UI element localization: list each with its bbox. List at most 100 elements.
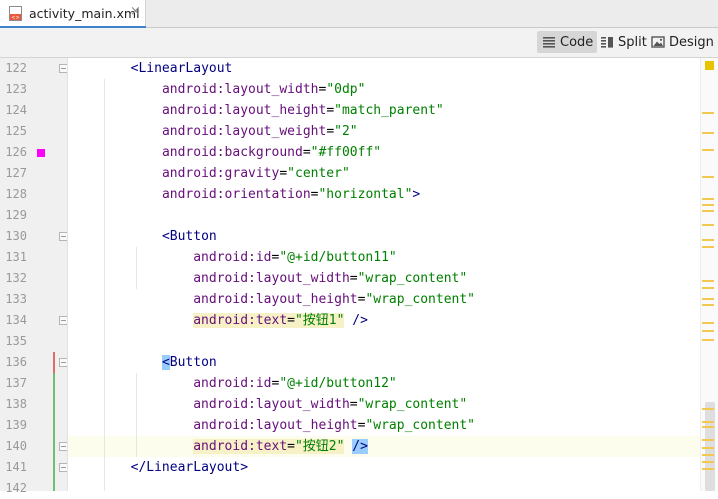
warning-marker[interactable]	[702, 239, 714, 241]
code-token: "0dp"	[326, 82, 366, 97]
code-line[interactable]: android:text="按钮1" />	[68, 310, 700, 331]
code-token: "wrap_content"	[365, 418, 476, 433]
code-token: =	[326, 103, 335, 118]
warning-marker[interactable]	[702, 426, 714, 428]
code-line[interactable]: android:background="#ff00ff"	[68, 142, 700, 163]
line-number: 124	[5, 103, 27, 117]
tab-activity-main[interactable]: <> activity_main.xml ×	[0, 0, 146, 29]
warning-marker[interactable]	[702, 421, 714, 423]
warning-marker[interactable]	[702, 149, 714, 151]
line-number: 125	[5, 124, 27, 138]
warning-marker[interactable]	[702, 246, 714, 248]
code-line[interactable]: android:layout_width="0dp"	[68, 79, 700, 100]
code-token: "wrap_content"	[357, 271, 468, 286]
warning-marker[interactable]	[702, 210, 714, 212]
warning-marker[interactable]	[702, 287, 714, 289]
code-line[interactable]: android:orientation="horizontal">	[68, 184, 700, 205]
warning-marker[interactable]	[702, 454, 714, 456]
code-token: =	[302, 145, 311, 160]
code-view-button[interactable]: Code	[537, 31, 598, 53]
warning-marker[interactable]	[702, 304, 714, 306]
color-swatch-icon[interactable]	[37, 149, 45, 157]
code-token: "wrap_content"	[365, 292, 476, 307]
warning-marker[interactable]	[702, 330, 714, 332]
code-token: "horizontal"	[318, 187, 413, 202]
warning-marker[interactable]	[702, 339, 714, 341]
change-marker-modified	[53, 352, 55, 373]
svg-text:<>: <>	[11, 15, 19, 21]
warning-marker[interactable]	[702, 322, 714, 324]
code-line[interactable]: android:layout_height="wrap_content"	[68, 289, 700, 310]
indent-guide	[136, 247, 137, 289]
warning-marker[interactable]	[702, 439, 714, 441]
code-line[interactable]: android:layout_height="match_parent"	[68, 100, 700, 121]
close-icon[interactable]: ×	[130, 4, 141, 19]
code-token: "center"	[287, 166, 350, 181]
line-number: 127	[5, 166, 27, 180]
code-line[interactable]: android:id="@+id/button11"	[68, 247, 700, 268]
warning-marker[interactable]	[702, 447, 714, 449]
line-number: 138	[5, 397, 27, 411]
code-token: "#ff00ff"	[310, 145, 382, 160]
warning-marker[interactable]	[702, 280, 714, 282]
design-view-label: Design	[669, 34, 714, 50]
code-token: "2"	[334, 124, 358, 139]
code-line[interactable]: android:gravity="center"	[68, 163, 700, 184]
code-token: <LinearLayout	[130, 61, 233, 76]
indent-guide	[104, 79, 105, 491]
code-token: android:layout_width	[161, 82, 319, 97]
code-token: android:layout_width	[193, 271, 350, 286]
line-number: 128	[5, 187, 27, 201]
code-line[interactable]: <LinearLayout	[68, 58, 700, 79]
design-view-button[interactable]: Design	[646, 31, 718, 53]
warning-marker[interactable]	[702, 224, 714, 226]
xml-file-icon: <>	[9, 6, 22, 21]
warning-icon[interactable]	[705, 61, 714, 70]
code-token: "按钮1"	[294, 313, 345, 328]
code-line[interactable]: android:layout_weight="2"	[68, 121, 700, 142]
split-view-label: Split	[618, 34, 647, 50]
code-token: </LinearLayout>	[130, 460, 249, 475]
warning-marker[interactable]	[702, 461, 714, 463]
code-line[interactable]: </LinearLayout>	[68, 457, 700, 478]
warning-marker[interactable]	[702, 408, 714, 410]
warning-marker[interactable]	[702, 198, 714, 200]
code-line[interactable]: android:text="按钮2" />	[68, 436, 700, 457]
code-line[interactable]: <Button	[68, 352, 700, 373]
code-editor[interactable]: 122 123 124 125 126 127 128 129 130 131 132 133 134 1…	[0, 58, 718, 495]
warning-marker[interactable]	[702, 132, 714, 134]
warning-marker[interactable]	[702, 176, 714, 178]
code-line[interactable]	[68, 478, 700, 499]
code-line[interactable]	[68, 205, 700, 226]
code-line[interactable]: <Button	[68, 226, 700, 247]
split-view-button[interactable]: Split	[595, 31, 651, 53]
split-view-icon	[601, 37, 613, 48]
code-line[interactable]: android:layout_height="wrap_content"	[68, 415, 700, 436]
code-line[interactable]: android:layout_width="wrap_content"	[68, 394, 700, 415]
code-token: =	[326, 124, 335, 139]
code-token: =	[349, 397, 358, 412]
warning-marker[interactable]	[702, 204, 714, 206]
warning-marker[interactable]	[702, 298, 714, 300]
warning-marker[interactable]	[702, 112, 714, 114]
warning-marker[interactable]	[702, 468, 714, 470]
code-line[interactable]: android:id="@+id/button12"	[68, 373, 700, 394]
code-line[interactable]	[68, 331, 700, 352]
line-number-gutter: 122 123 124 125 126 127 128 129 130 131 132 133 134 1…	[0, 58, 68, 495]
editor-scrollbar[interactable]	[700, 58, 718, 491]
code-line[interactable]: android:layout_width="wrap_content"	[68, 268, 700, 289]
line-number: 129	[5, 208, 27, 222]
